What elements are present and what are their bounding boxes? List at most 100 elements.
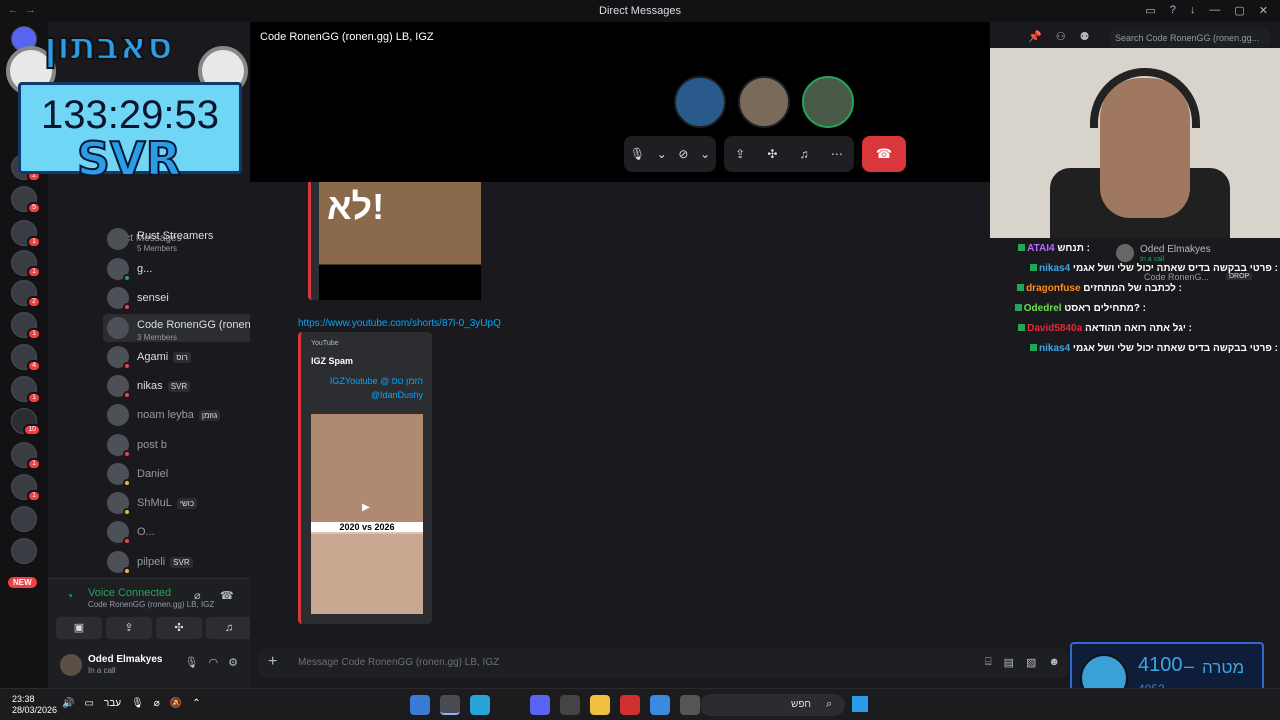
dm-name: g... <box>137 263 153 275</box>
server-icon[interactable]: 4 <box>11 344 41 372</box>
message-area: לא! https://www.youtube.com/shorts/87l-0… <box>250 182 990 642</box>
search-input[interactable]: Search Code RonenGG (ronen.gg... <box>1110 29 1270 47</box>
participant-avatar[interactable] <box>674 76 726 128</box>
server-icon[interactable]: 10 <box>11 408 41 436</box>
embed-description[interactable]: IGZYoutube @ הזמן טס @IdanDushy <box>311 374 423 402</box>
server-tag: גוזמן <box>198 409 221 421</box>
message-placeholder: Message Code RonenGG (ronen.gg) LB, IGZ <box>298 657 500 668</box>
discord-icon[interactable] <box>530 695 550 715</box>
more-icon[interactable]: ⋯ <box>831 147 843 161</box>
add-friend-icon[interactable]: ⚇ <box>1056 30 1066 43</box>
unread-badge: 1 <box>27 490 41 502</box>
soundboard-icon[interactable]: ♫ <box>800 147 809 161</box>
mini-user-name: Oded Elmakyes <box>1140 244 1211 255</box>
date-text: 28/03/2026 <box>12 705 58 715</box>
screenshare-icon[interactable]: ⇪ <box>735 147 745 161</box>
avatar <box>107 228 129 250</box>
avatar[interactable] <box>60 654 82 676</box>
app-icon[interactable] <box>680 695 700 715</box>
participant-avatar[interactable] <box>738 76 790 128</box>
chevron-down-icon[interactable]: ⌄ <box>700 147 710 161</box>
volume-icon[interactable]: 🔊 <box>62 698 74 709</box>
server-icon[interactable]: 1 <box>11 474 41 502</box>
maximize-icon[interactable]: ▢ <box>1234 4 1244 17</box>
telegram-icon[interactable] <box>470 695 490 715</box>
inbox-icon[interactable]: ▭ <box>1145 4 1155 17</box>
server-icon[interactable]: 1 <box>11 442 41 470</box>
members-icon[interactable]: ⚉ <box>1080 30 1090 43</box>
disconnect-icon[interactable]: ☎ <box>220 589 234 602</box>
mic-icon[interactable]: 🎙 <box>185 656 199 669</box>
server-icon[interactable] <box>11 506 37 532</box>
avatar <box>107 521 131 545</box>
folder-icon[interactable] <box>590 695 610 715</box>
unread-badge: 2 <box>27 296 41 308</box>
server-icon[interactable]: 1 <box>11 312 41 340</box>
emoji-icon[interactable]: ☻ <box>1048 656 1060 669</box>
camera-button[interactable]: ▣ <box>56 617 102 639</box>
wifi-off-icon[interactable]: ⌀ <box>154 698 160 709</box>
mini-user-status: In a call <box>1140 256 1165 263</box>
avatar <box>107 346 131 370</box>
mic-icon[interactable]: 🎙 <box>630 147 645 161</box>
settings-icon[interactable]: ⚙ <box>228 656 238 669</box>
embed-title[interactable]: IGZ Spam <box>311 356 353 366</box>
activities-icon[interactable]: ✣ <box>767 147 777 161</box>
download-icon[interactable]: ↓ <box>1190 4 1196 17</box>
avatar <box>107 258 131 282</box>
gift-icon[interactable]: ⌸ <box>985 656 992 669</box>
message-input[interactable]: + Message Code RonenGG (ronen.gg) LB, IG… <box>258 648 1068 678</box>
search-icon: ⌕ <box>826 698 833 710</box>
app-icon[interactable] <box>410 695 430 715</box>
app-icon[interactable] <box>620 695 640 715</box>
screenshare-button[interactable]: ⇪ <box>106 617 152 639</box>
gif-icon[interactable]: ▤ <box>1004 656 1014 669</box>
server-icon[interactable] <box>11 538 37 564</box>
network-icon[interactable]: ▭ <box>84 698 93 709</box>
attach-icon[interactable]: + <box>268 653 277 671</box>
chevron-down-icon[interactable]: ⌄ <box>657 147 667 161</box>
activities-button[interactable]: ✣ <box>156 617 202 639</box>
server-icon[interactable]: 1 <box>11 220 41 248</box>
signal-icon[interactable]: ◔ <box>66 589 73 603</box>
camera-off-icon[interactable]: ⊘ <box>678 147 688 161</box>
soundboard-button[interactable]: ♫ <box>206 617 252 639</box>
help-icon[interactable]: ? <box>1170 4 1176 17</box>
user-name: Oded Elmakyes <box>88 654 163 665</box>
play-icon[interactable]: ▶ <box>353 502 379 516</box>
server-icon[interactable]: 1 <box>11 250 41 278</box>
bell-off-icon[interactable]: 🔕 <box>170 698 182 709</box>
unread-badge: 1 <box>27 328 41 340</box>
window-controls[interactable]: ▭ ? ↓ — ▢ ✕ <box>1145 4 1268 17</box>
chat-line: ATAI4 תנחש : <box>1018 243 1090 254</box>
server-icon[interactable]: 1 <box>11 376 41 404</box>
app-icon[interactable] <box>560 695 580 715</box>
mic-icon[interactable]: 🎙 <box>131 698 144 709</box>
video-thumbnail[interactable]: ▶ 2020 vs 2026 <box>311 414 423 614</box>
sticker-icon[interactable]: ▧ <box>1026 656 1036 669</box>
minimize-icon[interactable]: — <box>1209 4 1220 17</box>
headphones-icon[interactable]: ◠ <box>209 656 219 669</box>
stream-overlay: סאבתון 133:29:53 SVR <box>4 16 254 191</box>
youtube-link[interactable]: https://www.youtube.com/shorts/87l-0_3yU… <box>298 318 501 329</box>
noise-suppression-icon[interactable]: ⌀ <box>194 589 201 602</box>
end-call-button[interactable]: ☎ <box>862 136 906 172</box>
app-icon[interactable] <box>440 695 460 715</box>
chrome-icon[interactable] <box>650 695 670 715</box>
taskbar-search[interactable]: חפש <box>700 694 845 716</box>
participant-avatar[interactable] <box>802 76 854 128</box>
image-attachment[interactable]: לא! <box>308 182 481 300</box>
avatar <box>107 404 129 426</box>
call-title: Code RonenGG (ronen.gg) LB, IGZ <box>260 31 434 43</box>
clock[interactable]: 23:38 28/03/2026 <box>12 694 57 716</box>
chevron-up-icon[interactable]: ⌃ <box>192 698 200 709</box>
avatar <box>107 492 131 516</box>
dm-name: Agami <box>137 351 169 363</box>
close-icon[interactable]: ✕ <box>1259 4 1268 17</box>
pin-icon[interactable]: 📌 <box>1028 30 1042 43</box>
avatar <box>107 463 131 487</box>
server-icon[interactable]: 2 <box>11 280 41 308</box>
windows-start-icon[interactable] <box>852 696 868 712</box>
language-indicator[interactable]: עבר <box>104 698 121 709</box>
app-icon[interactable] <box>500 695 520 715</box>
